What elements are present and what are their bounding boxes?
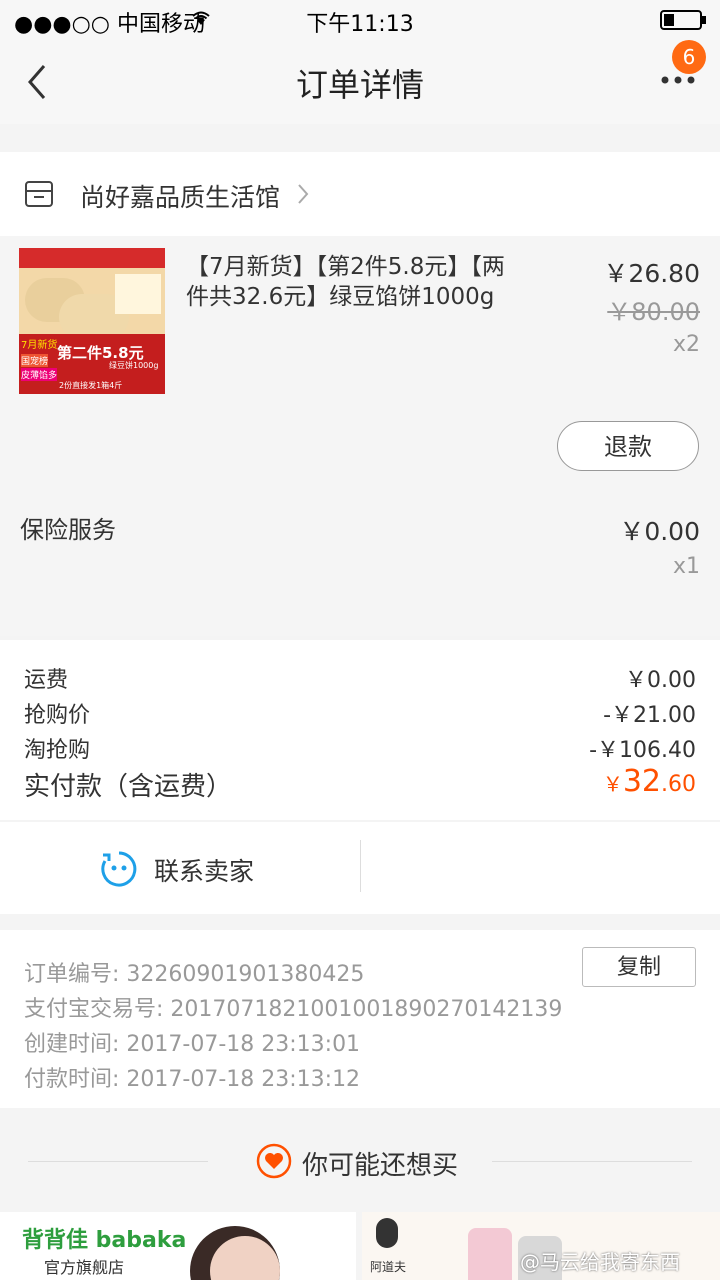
product-title[interactable]: 【7月新货】【第2件5.8元】【两 件共32.6元】绿豆馅饼1000g xyxy=(186,252,505,312)
total-label: 实付款（含运费） xyxy=(24,772,233,802)
image-tag-right: 绿豆饼1000g xyxy=(109,361,159,370)
recommend-card-1[interactable]: 背背佳 babaka 官方旗舰店 xyxy=(0,1212,356,1280)
recommend-title: 你可能还想买 xyxy=(302,1151,459,1181)
image-footer: 2份直接发1箱4斤 xyxy=(59,381,123,390)
image-banner-top: 7月新货 xyxy=(21,340,58,351)
total-integer: 32 xyxy=(622,764,661,799)
total-currency: ￥ xyxy=(602,772,623,796)
card2-brand: 阿道夫 xyxy=(370,1260,407,1274)
shipping-value: ￥0.00 xyxy=(625,668,696,693)
chat-face-icon xyxy=(100,850,138,892)
insurance-price: ￥0.00 xyxy=(619,517,700,546)
image-tag-left-1: 国宠榜 xyxy=(21,354,49,367)
heart-icon xyxy=(256,1143,292,1183)
card2-logo xyxy=(376,1218,398,1248)
battery-icon xyxy=(660,10,708,34)
product-title-line-2: 件共32.6元】绿豆馅饼1000g xyxy=(186,284,495,310)
chevron-right-icon xyxy=(296,182,310,210)
contact-divider xyxy=(360,840,361,892)
total-amount: ￥32.60 xyxy=(603,764,696,799)
insurance-quantity: x1 xyxy=(672,554,700,579)
contact-seller-label: 联系卖家 xyxy=(154,857,255,886)
insurance-label: 保险服务 xyxy=(20,516,116,544)
status-bar: ●●●○○ 中国移动 下午11:13 xyxy=(0,0,720,40)
image-tag-left-2: 皮薄馅多 xyxy=(21,368,58,381)
shop-row[interactable]: 尚好嘉品质生活馆 xyxy=(0,152,720,236)
taoqianggou-label: 淘抢购 xyxy=(24,738,91,763)
shop-icon xyxy=(24,180,54,212)
product-image[interactable]: 7月新货 第二件5.8元 国宠榜 皮薄馅多 绿豆饼1000g 2份直接发1箱4斤 xyxy=(19,248,165,394)
card2-bottle-1 xyxy=(468,1228,512,1280)
total-decimal: .60 xyxy=(661,772,696,797)
order-number: 订单编号: 3226090190138042​5 xyxy=(24,962,365,987)
divider-left xyxy=(28,1161,208,1162)
watermark: @马云给我寄东西 xyxy=(520,1250,680,1274)
product-title-line-1: 【7月新货】【第2件5.8元】【两 xyxy=(186,254,505,280)
shipping-label: 运费 xyxy=(24,668,69,693)
contact-seller-button[interactable]: 联系卖家 xyxy=(0,822,360,914)
product-price: ￥26.80 xyxy=(603,259,700,288)
created-time: 创建时间: 2017-07-18 23:13:01 xyxy=(24,1032,361,1057)
message-badge: 6 xyxy=(672,40,706,74)
more-menu-icon[interactable] xyxy=(660,72,696,92)
shop-name: 尚好嘉品质生活馆 xyxy=(80,183,281,212)
paid-time: 付款时间: 2017-07-18 23:13:12 xyxy=(24,1067,361,1092)
card1-brand: 背背佳 babaka xyxy=(22,1228,187,1253)
clock: 下午11:13 xyxy=(306,12,414,37)
refund-button[interactable]: 退款 xyxy=(557,421,699,471)
divider-right xyxy=(492,1161,692,1162)
flash-price-value: -￥21.00 xyxy=(603,703,696,728)
card1-sub: 官方旗舰店 xyxy=(44,1258,125,1277)
flash-price-label: 抢购价 xyxy=(24,703,91,728)
product-original-price: ￥80.00 xyxy=(607,298,700,326)
alipay-trade-number: 支付宝交易号: 2017071821001001890270142139 xyxy=(24,997,563,1022)
copy-button[interactable]: 复制 xyxy=(582,947,696,987)
product-quantity: x2 xyxy=(672,332,700,357)
taoqianggou-value: -￥106.40 xyxy=(589,738,696,763)
nav-bar: 订单详情 xyxy=(0,40,720,124)
page-title: 订单详情 xyxy=(295,66,424,104)
